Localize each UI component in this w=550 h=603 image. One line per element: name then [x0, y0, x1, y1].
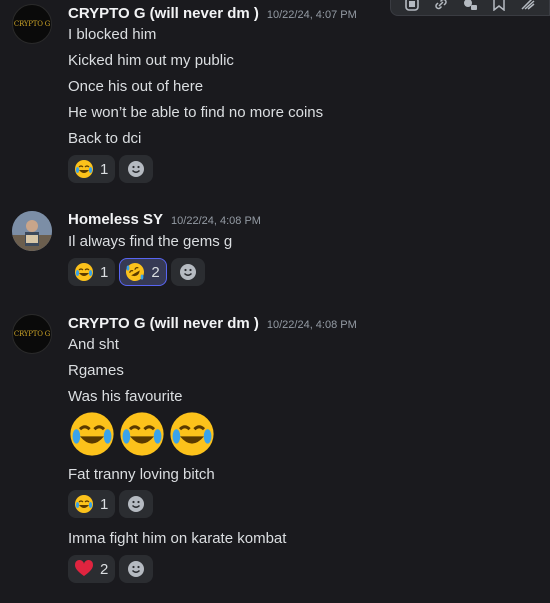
joy-emoji-icon	[170, 412, 214, 456]
avatar-logo-text: CRYPTO G	[13, 330, 51, 338]
reaction-heart[interactable]: 2	[68, 555, 116, 583]
reaction-count: 1	[100, 495, 109, 513]
reaction-count: 1	[100, 160, 109, 178]
message-text: Was his favourite	[68, 388, 183, 405]
reaction-count: 1	[100, 263, 109, 281]
message-header: CRYPTO G (will never dm ) 10/22/24, 4:08…	[68, 315, 357, 332]
message-header: Homeless SY 10/22/24, 4:08 PM	[68, 211, 261, 228]
joy-emoji-icon	[75, 160, 93, 178]
smiley-icon	[128, 161, 145, 177]
message-text: Imma fight him on karate kombat	[68, 530, 287, 547]
message-text: Kicked him out my public	[68, 52, 234, 69]
add-reaction-button[interactable]	[119, 490, 154, 518]
reactions-bar: 1 2	[68, 258, 205, 286]
reactions-bar: 2	[68, 555, 154, 583]
reaction-joy[interactable]: 1	[68, 490, 116, 518]
heart-emoji-icon	[74, 559, 94, 576]
smiley-icon	[179, 264, 196, 280]
reactions-bar: 1	[68, 490, 154, 518]
message-header: CRYPTO G (will never dm ) 10/22/24, 4:07…	[68, 5, 357, 22]
smiley-icon	[128, 561, 145, 577]
joy-emoji-icon	[70, 412, 114, 456]
timestamp: 10/22/24, 4:08 PM	[266, 319, 357, 331]
username[interactable]: CRYPTO G (will never dm )	[68, 5, 259, 22]
jumbo-emoji-row	[68, 410, 216, 458]
joy-emoji-icon	[75, 495, 93, 513]
add-reaction-button[interactable]	[119, 555, 154, 583]
reaction-count: 2	[100, 560, 109, 578]
link-icon[interactable]	[433, 0, 449, 12]
message-actions-toolbar	[390, 0, 550, 16]
reaction-rofl[interactable]: 2	[119, 258, 167, 286]
rofl-emoji-icon	[126, 263, 145, 281]
message-text: Back to dci	[68, 130, 142, 147]
message-text: I blocked him	[68, 26, 157, 43]
reaction-joy[interactable]: 1	[68, 155, 116, 183]
avatar-logo-text: CRYPTO G	[13, 20, 51, 28]
add-reaction-button[interactable]	[119, 155, 154, 183]
avatar[interactable]: CRYPTO G	[12, 4, 52, 44]
smiley-icon	[128, 496, 145, 512]
avatar[interactable]: CRYPTO G	[12, 314, 52, 354]
username[interactable]: CRYPTO G (will never dm )	[68, 315, 259, 332]
message-text: Once his out of here	[68, 78, 204, 95]
more-icon[interactable]	[520, 0, 536, 12]
message-text: Fat tranny loving bitch	[68, 466, 215, 483]
username[interactable]: Homeless SY	[68, 211, 163, 228]
reaction-joy[interactable]: 1	[68, 258, 116, 286]
bookmark-icon[interactable]	[491, 0, 507, 12]
message-text: And sht	[68, 336, 119, 353]
timestamp: 10/22/24, 4:07 PM	[266, 9, 357, 21]
reactions-bar: 1	[68, 155, 154, 183]
reply-thread-icon[interactable]	[462, 0, 478, 12]
joy-emoji-icon	[120, 412, 164, 456]
app-icon[interactable]	[404, 0, 420, 12]
joy-emoji-icon	[75, 263, 93, 281]
reaction-count: 2	[151, 263, 160, 281]
message-text: Il always find the gems g	[68, 233, 233, 250]
avatar[interactable]	[12, 211, 52, 251]
add-reaction-button[interactable]	[170, 258, 205, 286]
message-text: He won’t be able to find no more coins	[68, 104, 324, 121]
message-text: Rgames	[68, 362, 124, 379]
timestamp: 10/22/24, 4:08 PM	[171, 215, 261, 227]
